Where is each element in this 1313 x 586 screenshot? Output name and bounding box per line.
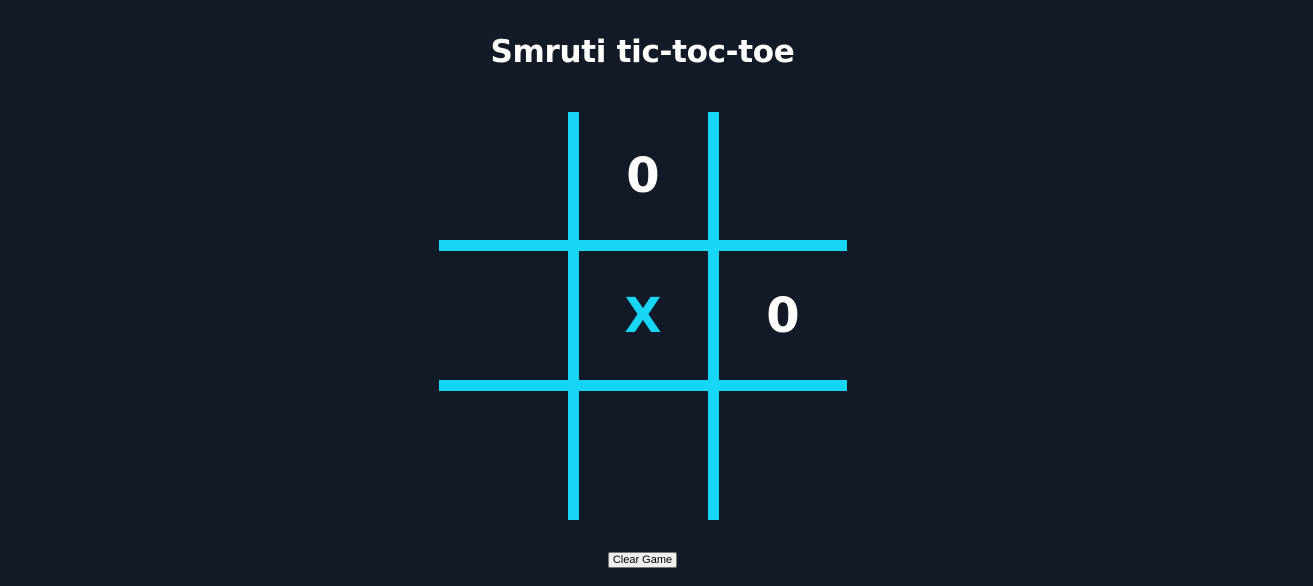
board-cell-3[interactable]: [439, 252, 567, 380]
board-cell-2[interactable]: [719, 112, 847, 240]
board-cell-0[interactable]: [439, 112, 567, 240]
board-cell-4[interactable]: X: [579, 252, 707, 380]
grid-line-vertical-1: [568, 112, 579, 520]
board-cell-5[interactable]: 0: [719, 252, 847, 380]
grid-line-horizontal-2: [439, 380, 847, 391]
clear-game-button[interactable]: Clear Game: [608, 552, 677, 568]
grid-line-vertical-2: [708, 112, 719, 520]
game-page: Smruti tic-toc-toe 0 X 0 Clear Game: [0, 0, 1313, 586]
game-board: 0 X 0: [439, 112, 847, 520]
page-title: Smruti tic-toc-toe: [490, 34, 795, 70]
board-cell-6[interactable]: [439, 392, 567, 520]
board-cell-1[interactable]: 0: [579, 112, 707, 240]
grid-line-horizontal-1: [439, 240, 847, 251]
board-cell-7[interactable]: [579, 392, 707, 520]
board-cell-8[interactable]: [719, 392, 847, 520]
